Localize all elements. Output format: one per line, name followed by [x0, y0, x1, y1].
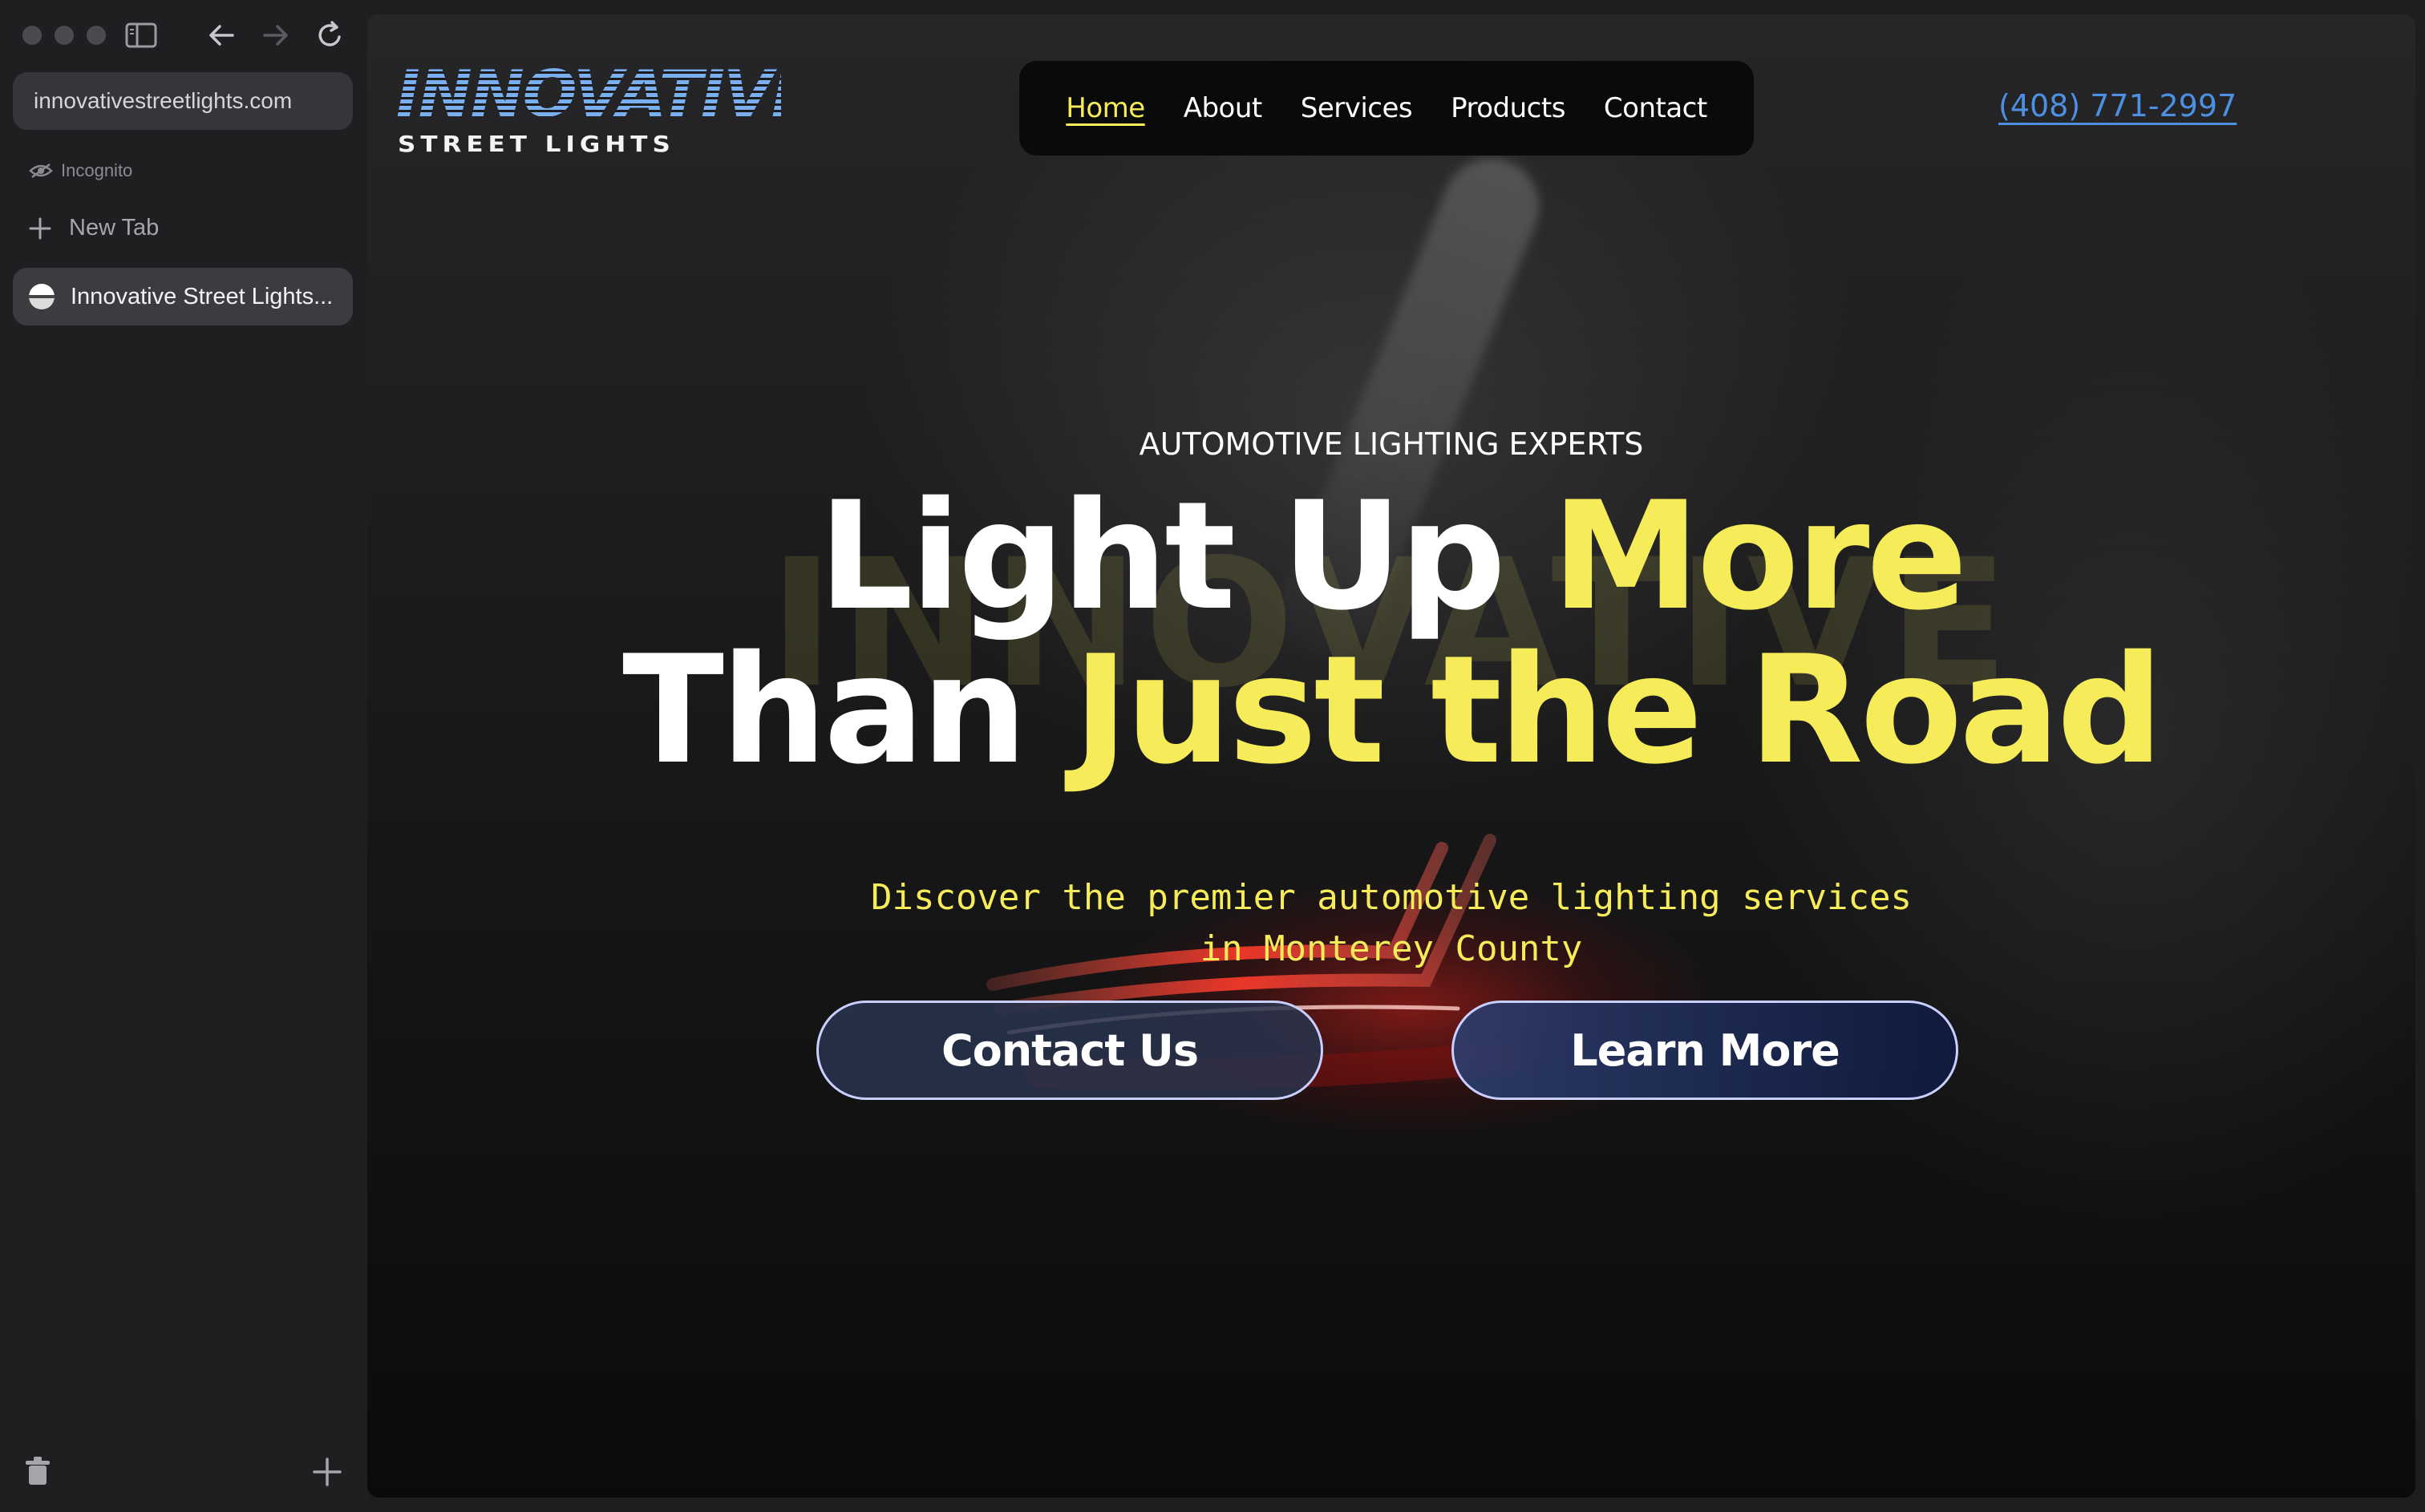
add-icon[interactable] — [311, 1456, 343, 1488]
learn-more-button[interactable]: Learn More — [1451, 1001, 1958, 1100]
plus-icon — [29, 217, 51, 239]
browser-window: innovativestreetlights.com Incognito New… — [0, 0, 2425, 1512]
headline-line1-yellow: More — [1551, 469, 1968, 643]
close-window-button[interactable] — [22, 26, 42, 45]
active-tab[interactable]: Innovative Street Lights... — [13, 268, 353, 325]
trash-icon[interactable] — [24, 1456, 51, 1486]
nav-services[interactable]: Services — [1301, 92, 1413, 124]
contact-us-button[interactable]: Contact Us — [816, 1001, 1323, 1100]
subtitle-line1: Discover the premier automotive lighting… — [870, 877, 1913, 918]
minimize-window-button[interactable] — [55, 26, 74, 45]
logo-wordmark: INNOVATIVE — [396, 57, 815, 131]
hero-subtitle: Discover the premier automotive lighting… — [367, 872, 2415, 975]
browser-sidebar: innovativestreetlights.com Incognito New… — [0, 0, 367, 1512]
phone-link[interactable]: (408) 771-2997 — [1998, 88, 2237, 123]
zoom-window-button[interactable] — [87, 26, 106, 45]
subtitle-line2: in Monterey County — [1200, 928, 1583, 969]
incognito-label: Incognito — [61, 160, 133, 180]
new-tab-button[interactable]: New Tab — [29, 215, 159, 241]
headline-line1-white: Light Up — [818, 469, 1552, 643]
address-bar[interactable]: innovativestreetlights.com — [13, 72, 353, 130]
nav-products[interactable]: Products — [1451, 92, 1565, 124]
reload-icon[interactable] — [314, 19, 346, 51]
hero-taillight-image — [986, 834, 1522, 1091]
eye-icon — [29, 163, 53, 179]
tab-title: Innovative Street Lights... — [71, 283, 334, 309]
new-tab-label: New Tab — [69, 215, 160, 241]
incognito-indicator: Incognito — [29, 160, 132, 181]
nav-contact[interactable]: Contact — [1604, 92, 1707, 124]
hero-eyebrow: AUTOMOTIVE LIGHTING EXPERTS — [1139, 427, 1644, 462]
site-logo[interactable]: INNOVATIVE STREET LIGHTS — [396, 57, 815, 170]
headline-line2-white: Than — [622, 623, 1074, 797]
site-favicon-icon — [29, 284, 55, 309]
hero-headline: Light Up More Than Just the Road — [367, 479, 2415, 787]
back-arrow-icon[interactable] — [205, 21, 237, 50]
main-navigation: Home About Services Products Contact — [1019, 61, 1754, 156]
nav-home[interactable]: Home — [1066, 92, 1145, 124]
headline-line2-yellow: Just the Road — [1073, 623, 2164, 797]
sidebar-toggle-icon[interactable] — [125, 22, 157, 48]
nav-about[interactable]: About — [1184, 92, 1263, 124]
window-controls — [22, 26, 106, 45]
forward-arrow-icon[interactable] — [260, 21, 292, 50]
logo-tagline: STREET LIGHTS — [398, 131, 675, 158]
web-page: INNOVATIVE STREET LIGHTS Home About Serv… — [367, 14, 2415, 1498]
